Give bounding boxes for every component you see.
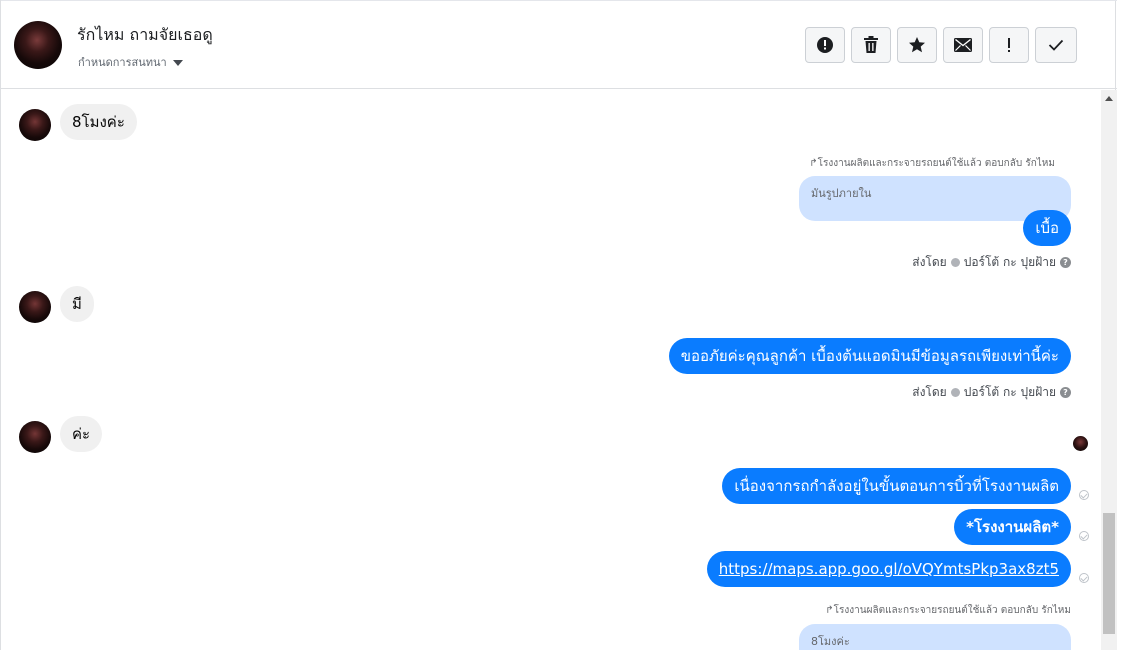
help-icon[interactable]: ? (1060, 257, 1071, 268)
alert-circle-icon (817, 37, 833, 53)
sent-by-line: ส่งโดย ปอร์โต้ กะ ปุยฝ้าย ? (912, 383, 1071, 402)
conversation-toolbar (805, 27, 1077, 63)
follow-up-button[interactable] (989, 27, 1029, 63)
assign-conversation-dropdown[interactable]: กำหนดการสนทนา (78, 53, 183, 71)
exclamation-icon (1008, 38, 1010, 52)
outgoing-link-message: https://maps.app.goo.gl/oVQYmtsPkp3ax8zt… (706, 551, 1071, 587)
delivered-check-icon (1079, 490, 1089, 500)
sent-check-icon (950, 258, 960, 267)
sender-name[interactable]: ปอร์โต้ กะ ปุยฝ้าย (964, 383, 1056, 402)
maps-link[interactable]: https://maps.app.goo.gl/oVQYmtsPkp3ax8zt… (719, 560, 1059, 578)
check-icon (1048, 39, 1064, 51)
sent-by-label: ส่งโดย (912, 385, 947, 399)
contact-avatar[interactable] (14, 21, 62, 69)
conversation-window: รักไหม ถามจัยเธอดู กำหนดการสนทนา 8โมงค่ะ… (0, 0, 1117, 650)
delete-button[interactable] (851, 27, 891, 63)
contact-avatar-small[interactable] (19, 421, 51, 453)
scroll-up-arrow-icon[interactable] (1105, 96, 1113, 101)
trash-icon (864, 36, 878, 53)
help-icon[interactable]: ? (1060, 387, 1071, 398)
replied-message-quote[interactable]: 8โมงค่ะ (799, 624, 1071, 650)
outgoing-message[interactable]: เบื้อ (1023, 210, 1071, 246)
seen-indicator-avatar (1073, 436, 1088, 451)
star-button[interactable] (897, 27, 937, 63)
envelope-icon (954, 38, 972, 52)
message-thread[interactable]: 8โมงค่ะ ↱โรงงานผลิตและกระจายรถยนต์ใช้แล้… (1, 90, 1101, 650)
incoming-message[interactable]: ค่ะ (60, 416, 103, 452)
report-spam-button[interactable] (805, 27, 845, 63)
reply-context-note: ↱โรงงานผลิตและกระจายรถยนต์ใช้แล้ว ตอบกลั… (825, 605, 1071, 616)
assign-conversation-label: กำหนดการสนทนา (78, 56, 167, 69)
outgoing-message[interactable]: ขออภัยค่ะคุณลูกค้า เบื้องต้นแอดมินมีข้อม… (668, 338, 1071, 374)
incoming-message[interactable]: 8โมงค่ะ (60, 104, 137, 140)
star-icon (909, 37, 925, 53)
outgoing-message[interactable]: *โรงงานผลิต* (954, 509, 1071, 545)
sent-by-line: ส่งโดย ปอร์โต้ กะ ปุยฝ้าย ? (912, 253, 1071, 272)
sent-check-icon (950, 388, 960, 397)
delivered-check-icon (1079, 573, 1089, 583)
incoming-message[interactable]: มี (60, 286, 94, 322)
caret-down-icon (172, 59, 183, 66)
scrollbar-thumb[interactable] (1103, 513, 1115, 634)
contact-avatar-small[interactable] (19, 109, 51, 141)
outgoing-message[interactable]: เนื่องจากรถกำลังอยู่ในขั้นตอนการบิ้วที่โ… (722, 468, 1071, 504)
conversation-header: รักไหม ถามจัยเธอดู กำหนดการสนทนา (1, 0, 1117, 89)
delivered-check-icon (1079, 531, 1089, 541)
sent-by-label: ส่งโดย (912, 255, 947, 269)
mark-done-button[interactable] (1035, 27, 1077, 63)
sender-name[interactable]: ปอร์โต้ กะ ปุยฝ้าย (964, 253, 1056, 272)
mark-unread-button[interactable] (943, 27, 983, 63)
contact-name[interactable]: รักไหม ถามจัยเธอดู (77, 23, 213, 48)
reply-context-note: ↱โรงงานผลิตและกระจายรถยนต์ใช้แล้ว ตอบกลั… (809, 158, 1055, 169)
contact-avatar-small[interactable] (19, 291, 51, 323)
